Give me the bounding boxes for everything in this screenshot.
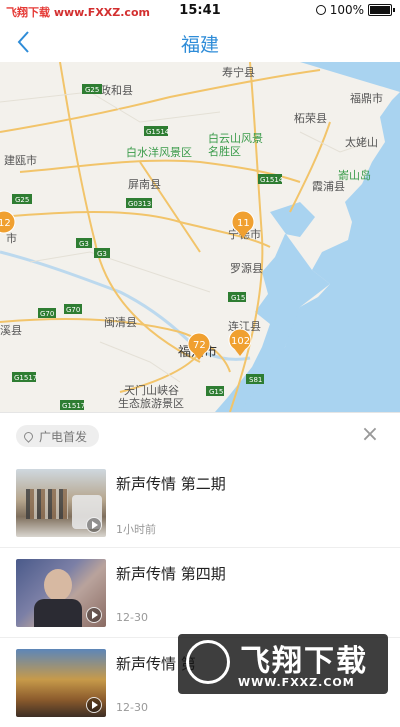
road-shield-label: G0313	[128, 200, 151, 208]
status-bar: 飞翔下载 www.FXXZ.com 15:41 100%	[0, 0, 400, 22]
map-cluster[interactable]: 12	[0, 210, 16, 234]
battery-percent: 100%	[329, 3, 364, 17]
map-label-baishuiyang: 白水洋风景区	[126, 145, 192, 159]
map-label-shouning: 寿宁县	[222, 65, 255, 79]
map-label-pingnan: 屏南县	[128, 178, 161, 191]
road-shield-label: G3	[79, 240, 89, 248]
status-right: 100%	[315, 3, 395, 17]
video-thumbnail	[16, 649, 106, 717]
road-shield-label: G1514	[260, 176, 284, 184]
map-label-baiyunshan-2: 名胜区	[208, 144, 241, 158]
close-icon[interactable]: ×	[360, 424, 380, 446]
map-label-zherong: 柘荣县	[294, 111, 327, 125]
map-label-xi: 溪县	[0, 324, 22, 337]
watermark-title: 飞翔下载	[240, 644, 368, 679]
map-label-shi: 市	[6, 231, 17, 245]
map-label-taimushan: 太姥山	[345, 135, 378, 149]
road-shield-label: G70	[40, 310, 54, 318]
road-shield-label: G1514	[146, 128, 170, 136]
cluster-count: 12	[0, 218, 11, 229]
road-shield-label: G15	[209, 388, 223, 396]
road-shield-label: G1517	[62, 402, 85, 410]
item-time: 1小时前	[116, 523, 156, 536]
cluster-count: 11	[237, 218, 250, 229]
item-title: 新声传情 第四期	[116, 565, 226, 583]
map-label-xiapu: 霞浦县	[312, 180, 345, 193]
map-label-baiyunshan: 白云山风景	[208, 131, 263, 145]
road-shield-label: G70	[66, 306, 80, 314]
road-shield-label: G25	[85, 86, 99, 94]
road-shield-label: G1517	[14, 374, 37, 382]
video-thumbnail	[16, 469, 106, 537]
watermark-url: WWW.FXXZ.COM	[238, 676, 355, 689]
map-label-jianou: 建瓯市	[4, 153, 37, 167]
map-label-tianmen-2: 生态旅游景区	[118, 396, 184, 410]
watermark-overlay: 飞翔下载 WWW.FXXZ.COM	[178, 634, 388, 694]
map-label-zhenghe: 政和县	[100, 83, 133, 97]
location-pin-icon	[22, 429, 35, 443]
item-time: 12-30	[116, 611, 148, 624]
battery-icon	[368, 4, 395, 16]
item-title: 新声传情 第二期	[116, 475, 226, 493]
page-title: 福建	[180, 34, 219, 56]
road-shield-label: G25	[15, 196, 29, 204]
watermark-logo-icon	[186, 640, 230, 684]
map-label-minqing: 闽清县	[104, 316, 137, 329]
cluster-count: 102	[231, 336, 250, 347]
video-thumbnail	[16, 559, 106, 627]
play-icon	[86, 517, 102, 533]
road-shield-label: S81	[249, 376, 262, 384]
map-label-luoyuan: 罗源县	[230, 261, 263, 275]
list-item[interactable]: 新声传情 第四期 12-30	[0, 547, 400, 638]
item-time: 12-30	[116, 701, 148, 714]
rotation-lock-icon	[315, 5, 326, 15]
map-view[interactable]: 政和县 寿宁县 福鼎市 柘荣县 白水洋风景区 白云山风景 名胜区 太姥山 嵛山岛…	[0, 62, 400, 412]
play-icon	[86, 607, 102, 623]
list-item[interactable]: 新声传情 第二期 1小时前	[0, 457, 400, 548]
nav-bar: 福建	[0, 22, 400, 62]
road-shield-label: G3	[97, 250, 107, 258]
filter-chip-label: 广电首发	[39, 429, 88, 444]
map-label-tianmen: 天门山峡谷	[124, 383, 179, 397]
map-label-fuding: 福鼎市	[350, 91, 383, 105]
road-shield-label: G15	[231, 294, 245, 302]
cluster-count: 72	[193, 340, 206, 351]
filter-chip[interactable]: 广电首发	[16, 425, 100, 447]
